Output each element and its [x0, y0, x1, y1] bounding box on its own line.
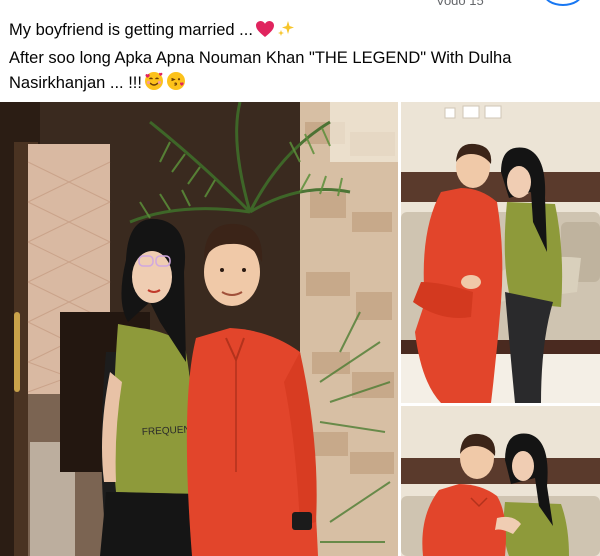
couple-photo-main[interactable]: FREQUEN: [0, 102, 398, 556]
heart-emoji: [255, 20, 275, 46]
caption-line-1: My boyfriend is getting married ...: [9, 18, 594, 46]
profile-avatar-ring[interactable]: [543, 0, 583, 6]
sparkles-emoji: [277, 20, 295, 46]
post-caption: My boyfriend is getting married ... Afte…: [9, 18, 594, 99]
couple-photo-sofa[interactable]: [401, 102, 600, 403]
caption-line-2: After soo long Apka Apna Nouman Khan "TH…: [9, 49, 512, 67]
couple-photo-sofa-closeup[interactable]: [401, 406, 600, 556]
caption-line-3: Nasirkhanjan ... !!!: [9, 71, 594, 99]
photo-grid: FREQUEN: [0, 102, 600, 556]
smiling-face-with-hearts-emoji: [144, 71, 164, 99]
post-header-strip: Vodo 15: [0, 0, 600, 8]
face-blowing-kiss-emoji: [166, 71, 186, 99]
post-timestamp[interactable]: Vodo 15: [436, 0, 484, 8]
